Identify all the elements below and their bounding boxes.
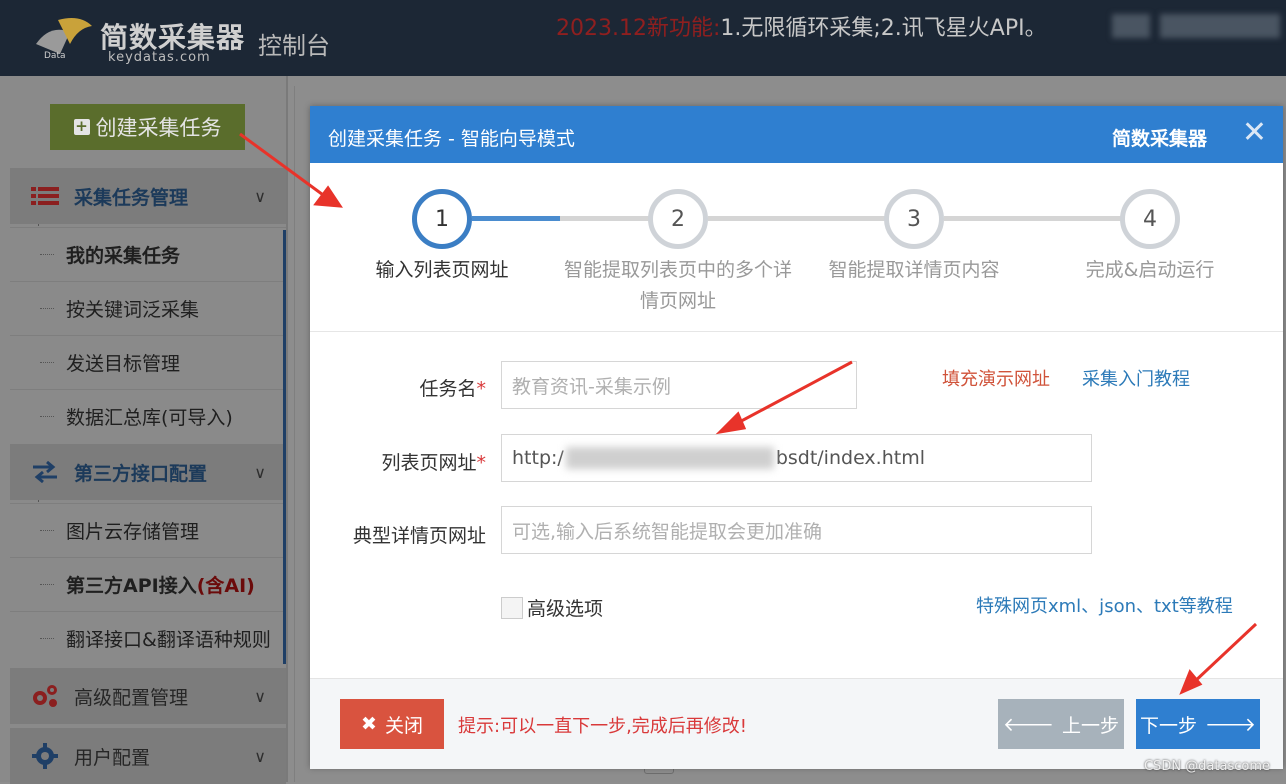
redacted-area — [1160, 14, 1280, 38]
hint-text: 提示:可以一直下一步,完成后再修改! — [458, 716, 748, 737]
list-icon — [28, 186, 62, 206]
svg-text:Data: Data — [44, 51, 66, 61]
list-url-input[interactable]: http:/bsdt/index.html — [501, 434, 1092, 482]
close-button-label: 关闭 — [384, 714, 423, 737]
special-pages-link[interactable]: 特殊网页xml、json、txt等教程 — [976, 592, 1233, 618]
announcement-new: 2023.12新功能: — [556, 16, 721, 41]
logo-subtitle: keydatas.com — [108, 50, 211, 65]
sidebar-item-label: 翻译接口&翻译语种规则 — [66, 628, 271, 651]
x-icon: ✖ — [361, 713, 377, 735]
detail-url-input[interactable]: 可选,输入后系统智能提取会更加准确 — [501, 506, 1092, 554]
sidebar-item-label: 图片云存储管理 — [66, 520, 200, 543]
step-2-label: 智能提取列表页中的多个详情页网址 — [563, 259, 792, 312]
sidebar-item-image-storage[interactable]: 图片云存储管理 — [10, 503, 286, 556]
advanced-label: 高级选项 — [527, 598, 604, 620]
sidebar-item-label: 我的采集任务 — [66, 244, 181, 267]
close-icon[interactable]: ✕ — [1242, 118, 1267, 148]
wizard-steps: 1 2 3 4 输入列表页网址 智能提取列表页中的多个详情页网址 智能提取详情页… — [310, 163, 1283, 332]
sidebar-item-my-tasks[interactable]: 我的采集任务 — [10, 227, 286, 280]
detail-url-label: 典型详情页网址 — [352, 525, 486, 547]
sidebar-item-label: 发送目标管理 — [66, 352, 181, 375]
sidebar-item-translation[interactable]: 翻译接口&翻译语种规则 — [10, 611, 286, 664]
advanced-options[interactable]: 高级选项 — [501, 594, 603, 621]
step-track — [708, 216, 886, 221]
chevron-down-icon: ∨ — [254, 186, 266, 206]
step-3-circle[interactable]: 3 — [884, 189, 944, 249]
step-3-label: 智能提取详情页内容 — [828, 259, 1000, 281]
step-2-circle[interactable]: 2 — [648, 189, 708, 249]
redacted-url — [565, 447, 774, 469]
console-label: 控制台 — [258, 32, 330, 60]
sidebar-item-label: 第三方API接入 — [66, 574, 197, 597]
create-task-modal: 创建采集任务 - 智能向导模式 简数采集器 ✕ 1 2 3 4 输入列表页网址 … — [310, 106, 1283, 769]
sidebar-group-label: 高级配置管理 — [74, 686, 189, 709]
sidebar-group-user-config[interactable]: 用户配置 ∨ — [10, 728, 286, 784]
sidebar-item-keyword-collect[interactable]: 按关键词泛采集 — [10, 281, 286, 334]
list-url-label: 列表页网址* — [381, 452, 486, 474]
sidebar-item-label: 数据汇总库(可导入) — [66, 406, 233, 429]
watermark: CSDN @datascome — [1143, 759, 1270, 774]
sidebar-item-data-library[interactable]: 数据汇总库(可导入) — [10, 389, 286, 442]
prev-button-label: 上一步 — [1061, 714, 1119, 737]
step-4-label: 完成&启动运行 — [1085, 259, 1215, 281]
redacted-area — [1112, 14, 1150, 38]
gear-icon — [28, 743, 62, 769]
modal-title: 创建采集任务 - 智能向导模式 — [328, 128, 575, 150]
swap-arrows-icon — [28, 461, 62, 483]
app-logo[interactable]: Data 简数采集器 keydatas.com — [30, 10, 250, 68]
modal-brand: 简数采集器 — [1111, 128, 1207, 150]
sidebar-group-label: 用户配置 — [74, 746, 151, 769]
arrow-left-icon: 🡐 — [1003, 713, 1054, 736]
chevron-down-icon: ∨ — [254, 686, 266, 706]
prev-step-button[interactable]: 🡐 上一步 — [998, 699, 1124, 749]
create-task-button[interactable]: + 创建采集任务 — [50, 104, 245, 150]
ai-suffix: (含AI) — [196, 574, 255, 597]
next-button-label: 下一步 — [1140, 714, 1198, 737]
create-task-label: 创建采集任务 — [95, 116, 222, 140]
chevron-down-icon: ∨ — [254, 746, 266, 766]
sidebar-group-third-party[interactable]: 第三方接口配置 ∨ — [10, 444, 286, 500]
task-name-input[interactable]: 教育资讯-采集示例 — [501, 361, 857, 409]
step-track-progress — [472, 216, 562, 221]
close-button[interactable]: ✖ 关闭 — [340, 699, 444, 749]
task-name-label: 任务名* — [419, 378, 486, 400]
announcement-body: 1.无限循环采集;2.讯飞星火API。 — [720, 16, 1047, 41]
divider — [294, 86, 295, 782]
step-track — [944, 216, 1122, 221]
advanced-checkbox[interactable] — [501, 596, 523, 619]
sidebar-group-task-management[interactable]: 采集任务管理 ∨ — [10, 168, 286, 224]
sidebar-group-advanced-config[interactable]: 高级配置管理 ∨ — [10, 668, 286, 724]
active-indicator — [283, 230, 286, 664]
fill-demo-link[interactable]: 填充演示网址 — [942, 365, 1050, 391]
gears-icon — [28, 683, 62, 709]
top-bar: Data 简数采集器 keydatas.com 控制台 2023.12新功能:1… — [0, 0, 1286, 76]
sidebar-group-label: 第三方接口配置 — [74, 462, 208, 485]
chevron-down-icon: ∨ — [254, 462, 266, 482]
sidebar-item-send-targets[interactable]: 发送目标管理 — [10, 335, 286, 388]
step-1-label: 输入列表页网址 — [375, 259, 509, 281]
announcement[interactable]: 2023.12新功能:1.无限循环采集;2.讯飞星火API。 — [556, 10, 1047, 42]
next-step-button[interactable]: 下一步 🡒 — [1136, 699, 1260, 749]
sidebar-group-label: 采集任务管理 — [74, 186, 189, 209]
sidebar-item-label: 按关键词泛采集 — [66, 298, 200, 321]
sidebar-item-third-party-api[interactable]: 第三方API接入 (含AI) — [10, 557, 286, 610]
modal-footer: ✖ 关闭 提示:可以一直下一步,完成后再修改! 🡐 上一步 下一步 🡒 — [310, 678, 1283, 769]
sidebar: + 创建采集任务 采集任务管理 ∨ 我的采集任务 按关键词泛采集 发送目标管理 … — [0, 76, 288, 784]
tutorial-link[interactable]: 采集入门教程 — [1082, 365, 1190, 391]
step-1-circle[interactable]: 1 — [412, 189, 472, 249]
divider — [286, 76, 288, 782]
plus-icon: + — [73, 117, 90, 135]
step-4-circle[interactable]: 4 — [1120, 189, 1180, 249]
modal-header: 创建采集任务 - 智能向导模式 简数采集器 ✕ — [310, 106, 1283, 163]
logo-mark-icon: Data — [36, 18, 92, 61]
arrow-right-icon: 🡒 — [1205, 713, 1256, 736]
